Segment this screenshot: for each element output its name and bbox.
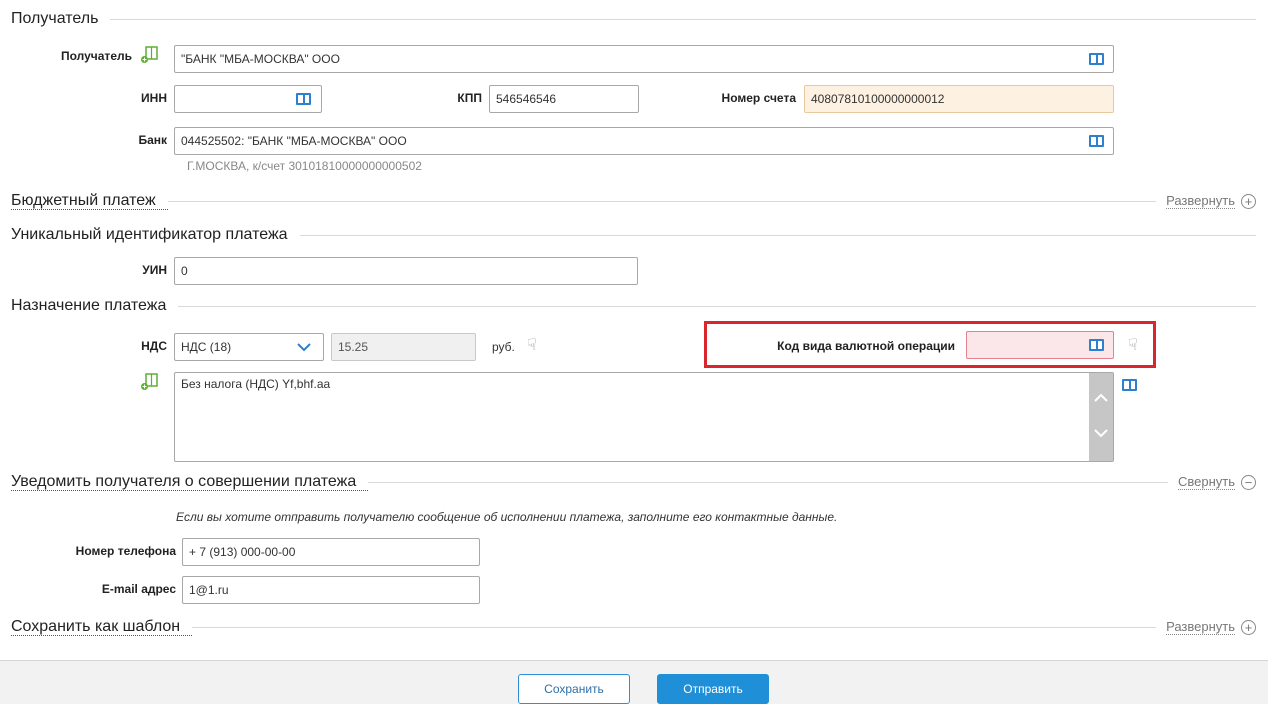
purpose-textarea[interactable]: Без налога (НДС) Yf,bhf.aa — [174, 372, 1114, 462]
recipient-value: "БАНК "МБА-МОСКВА" ООО — [181, 52, 340, 66]
phone-label: Номер телефона — [75, 544, 176, 558]
kpp-label: КПП — [457, 91, 482, 105]
directory-book-icon[interactable] — [296, 93, 311, 105]
section-title-budget[interactable]: Бюджетный платеж — [11, 192, 168, 210]
save-button[interactable]: Сохранить — [518, 674, 630, 704]
inn-label: ИНН — [141, 91, 167, 105]
email-value: 1@1.ru — [189, 583, 229, 597]
recipient-input[interactable]: "БАНК "МБА-МОСКВА" ООО — [174, 45, 1114, 73]
section-divider — [178, 305, 1256, 307]
plus-circle-icon: + — [1241, 193, 1256, 209]
bank-input[interactable]: 044525502: "БАНК "МБА-МОСКВА" ООО — [174, 127, 1114, 155]
account-input: 40807810100000000012 — [804, 85, 1114, 113]
section-divider — [192, 626, 1157, 628]
section-divider — [299, 234, 1256, 236]
section-title-notify[interactable]: Уведомить получателя о совершении платеж… — [11, 473, 369, 491]
purpose-text: Без налога (НДС) Yf,bhf.aa — [181, 377, 331, 391]
expand-toggle[interactable]: Развернуть + — [1156, 193, 1256, 209]
collapse-toggle-label: Свернуть — [1177, 474, 1235, 490]
uin-label: УИН — [142, 263, 167, 277]
uin-value: 0 — [181, 264, 188, 278]
chevron-down-icon[interactable] — [1094, 428, 1108, 438]
section-notify-header: Уведомить получателя о совершении платеж… — [11, 472, 1256, 492]
expand-toggle[interactable]: Развернуть + — [1156, 619, 1256, 635]
contact-book-icon[interactable] — [140, 373, 158, 391]
section-divider — [110, 18, 1256, 20]
pointing-hand-icon[interactable]: ☟ — [1128, 338, 1138, 354]
email-label: E-mail адрес — [101, 582, 176, 596]
minus-circle-icon: − — [1241, 474, 1256, 490]
directory-book-icon[interactable] — [1089, 135, 1104, 147]
section-title: Получатель — [11, 10, 99, 27]
section-uin-header: Уникальный идентификатор платежа — [11, 225, 1256, 245]
chevron-down-icon[interactable] — [297, 342, 311, 352]
section-title: Уникальный идентификатор платежа — [11, 226, 288, 243]
expand-toggle-label: Развернуть — [1166, 193, 1235, 209]
contact-book-icon[interactable] — [140, 46, 158, 64]
footer-bar — [0, 660, 1268, 704]
bank-note: Г.МОСКВА, к/счет 30101810000000000502 — [187, 159, 422, 173]
directory-book-icon[interactable] — [1122, 379, 1137, 391]
account-label: Номер счета — [721, 91, 796, 105]
section-divider — [368, 481, 1168, 483]
expand-toggle-label: Развернуть — [1166, 619, 1235, 635]
phone-value: + 7 (913) 000-00-00 — [189, 545, 296, 559]
kpp-value: 546546546 — [496, 92, 557, 106]
vat-label: НДС — [141, 339, 167, 353]
recipient-label: Получатель — [61, 49, 132, 63]
account-value: 40807810100000000012 — [811, 92, 945, 106]
section-title: Назначение платежа — [11, 297, 167, 314]
notify-hint: Если вы хотите отправить получателю сооб… — [176, 510, 838, 524]
section-template-header: Сохранить как шаблон Развернуть + — [11, 617, 1256, 637]
plus-circle-icon: + — [1241, 619, 1256, 635]
section-recipient-header: Получатель — [11, 9, 1256, 29]
chevron-up-icon[interactable] — [1094, 393, 1108, 403]
uin-input[interactable]: 0 — [174, 257, 638, 285]
section-budget-header: Бюджетный платеж Развернуть + — [11, 191, 1256, 211]
currency-label: руб. — [492, 340, 515, 354]
section-divider — [167, 200, 1157, 202]
section-title-template[interactable]: Сохранить как шаблон — [11, 618, 193, 636]
email-input[interactable]: 1@1.ru — [182, 576, 480, 604]
vat-amount-field: 15.25 — [331, 333, 476, 361]
vat-amount-value: 15.25 — [338, 340, 369, 354]
collapse-toggle[interactable]: Свернуть − — [1168, 474, 1256, 490]
vat-selected-value: НДС (18) — [181, 340, 232, 354]
send-button[interactable]: Отправить — [657, 674, 769, 704]
pointing-hand-icon[interactable]: ☟ — [527, 338, 537, 354]
directory-book-icon[interactable] — [1089, 53, 1104, 65]
kpp-input[interactable]: 546546546 — [489, 85, 639, 113]
section-purpose-header: Назначение платежа — [11, 296, 1256, 316]
bank-label: Банк — [138, 133, 167, 147]
textarea-scrollbar[interactable] — [1089, 373, 1113, 461]
currency-op-label: Код вида валютной операции — [777, 339, 955, 353]
phone-input[interactable]: + 7 (913) 000-00-00 — [182, 538, 480, 566]
directory-book-icon[interactable] — [1089, 339, 1104, 351]
bank-value: 044525502: "БАНК "МБА-МОСКВА" ООО — [181, 134, 407, 148]
